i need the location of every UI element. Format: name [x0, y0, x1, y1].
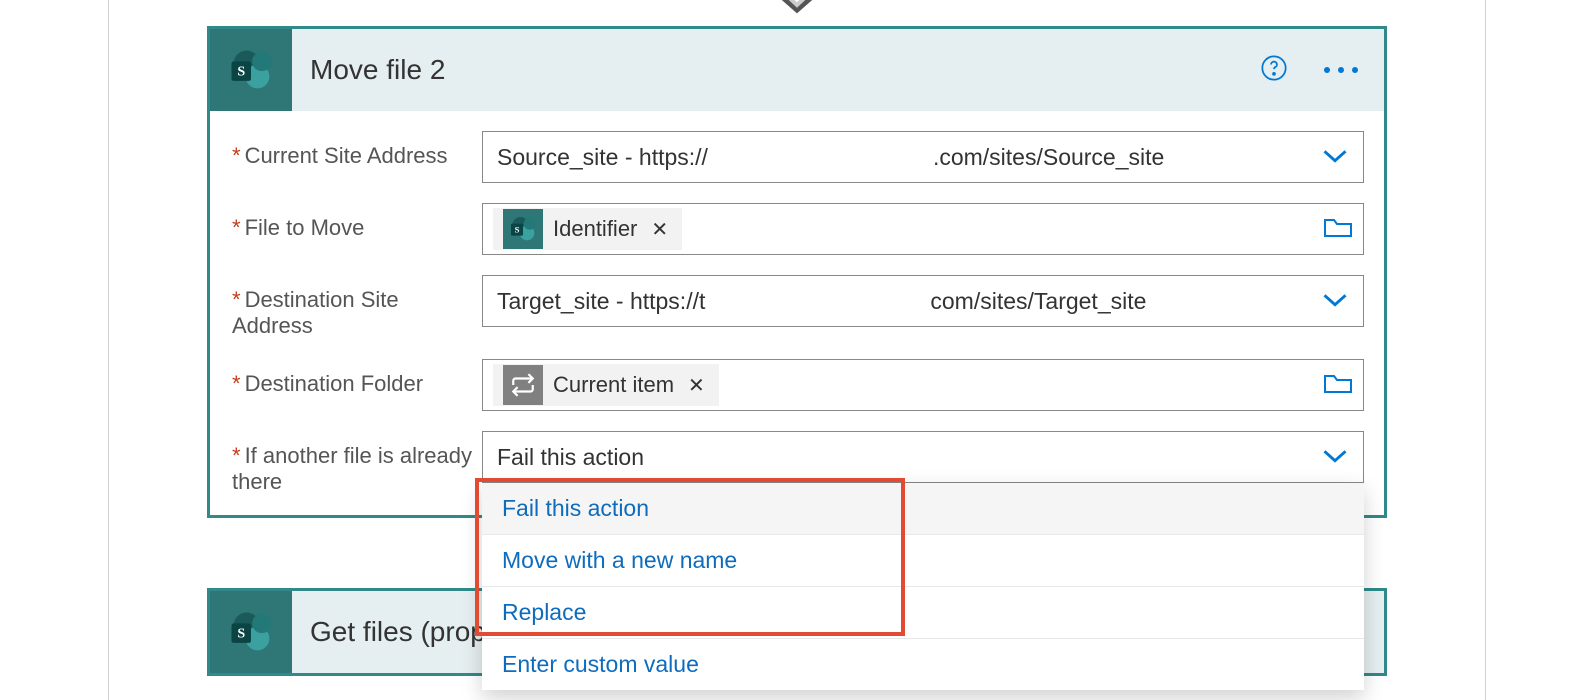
label-already-there: *If another file is already there: [232, 431, 482, 495]
label-dest-site: *Destination Site Address: [232, 275, 482, 339]
label-site-address: *Current Site Address: [232, 131, 482, 169]
svg-text:S: S: [515, 224, 520, 234]
file-to-move-field[interactable]: S Identifier ✕: [482, 203, 1364, 255]
remove-token-icon[interactable]: ✕: [684, 373, 709, 398]
site-address-dropdown[interactable]: Source_site - https:// .com/sites/Source…: [482, 131, 1364, 183]
dropdown-option[interactable]: Move with a new name: [482, 534, 1364, 586]
action-card-move-file: S Move file 2 *Current Site Address: [207, 26, 1387, 518]
card-title: Get files (prope: [310, 616, 501, 648]
card-header[interactable]: S Move file 2: [210, 29, 1384, 111]
svg-text:S: S: [237, 625, 245, 641]
chevron-down-icon: [1321, 144, 1349, 171]
connector-arrow: [775, 0, 819, 16]
dropdown-option[interactable]: Replace: [482, 586, 1364, 638]
chevron-down-icon: [1321, 444, 1349, 471]
identifier-token[interactable]: S Identifier ✕: [493, 208, 682, 250]
label-file-to-move: *File to Move: [232, 203, 482, 241]
remove-token-icon[interactable]: ✕: [647, 217, 672, 242]
more-icon[interactable]: [1316, 59, 1366, 81]
chevron-down-icon: [1321, 288, 1349, 315]
already-there-dropdown[interactable]: Fail this action: [482, 431, 1364, 483]
sharepoint-icon: S: [210, 29, 292, 111]
folder-icon[interactable]: [1323, 215, 1353, 244]
current-item-token[interactable]: Current item ✕: [493, 364, 719, 406]
svg-text:S: S: [237, 63, 245, 79]
dropdown-option[interactable]: Fail this action: [482, 483, 1364, 534]
loop-icon: [503, 365, 543, 405]
dropdown-option-custom[interactable]: Enter custom value: [482, 638, 1364, 690]
dropdown-panel: Fail this action Move with a new name Re…: [482, 483, 1364, 690]
folder-icon[interactable]: [1323, 371, 1353, 400]
help-icon[interactable]: [1260, 54, 1288, 87]
sharepoint-icon: S: [503, 209, 543, 249]
label-dest-folder: *Destination Folder: [232, 359, 482, 397]
dest-folder-field[interactable]: Current item ✕: [482, 359, 1364, 411]
card-title: Move file 2: [310, 54, 1260, 86]
dest-site-dropdown[interactable]: Target_site - https://t com/sites/Target…: [482, 275, 1364, 327]
sharepoint-icon: S: [210, 591, 292, 673]
